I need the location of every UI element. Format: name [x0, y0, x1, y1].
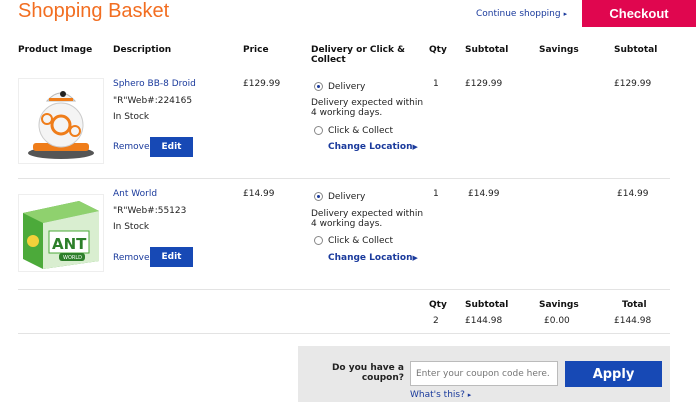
change-location-label: Change Location — [328, 142, 413, 152]
click-collect-label: Click & Collect — [328, 236, 393, 246]
remove-link[interactable]: Remove — [113, 253, 150, 263]
item-qty: 1 — [433, 79, 439, 89]
apply-coupon-button[interactable]: Apply — [565, 361, 662, 387]
col-header-subtotal-2: Subtotal — [614, 45, 658, 55]
delivery-note: Delivery expected within 4 working days. — [311, 98, 424, 118]
item-subtotal: £129.99 — [465, 79, 503, 89]
remove-link[interactable]: Remove — [113, 142, 150, 152]
play-arrow-icon: ▶ — [412, 143, 418, 151]
page-title: Shopping Basket — [18, 0, 170, 22]
bb8-droid-image — [28, 91, 94, 159]
svg-text:WORLD: WORLD — [63, 255, 82, 261]
chevron-right-icon: ▸ — [563, 10, 568, 18]
totals-total: £144.98 — [614, 316, 652, 326]
product-image-bb8[interactable] — [18, 78, 104, 164]
delivery-option-label: Delivery — [328, 82, 366, 92]
item-price: £14.99 — [243, 189, 275, 199]
continue-shopping-link[interactable]: Continue shopping ▸ — [476, 9, 567, 19]
item-price: £129.99 — [243, 79, 281, 89]
product-code: "R"Web#:55123 — [113, 206, 187, 216]
row-divider — [18, 289, 670, 290]
delivery-radio[interactable] — [314, 192, 323, 201]
totals-savings: £0.00 — [544, 316, 570, 326]
svg-text:ANT: ANT — [52, 235, 87, 253]
row-divider — [18, 333, 670, 334]
col-header-product-image: Product Image — [18, 45, 93, 55]
delivery-option-label: Delivery — [328, 192, 366, 202]
ant-world-box-image: ANT WORLD — [23, 201, 99, 269]
coupon-code-input[interactable] — [410, 361, 558, 386]
chevron-right-icon: ▸ — [467, 391, 472, 399]
totals-subtotal-label: Subtotal — [465, 300, 509, 310]
totals-qty-label: Qty — [429, 300, 447, 310]
col-header-delivery: Delivery or Click & Collect — [311, 45, 405, 65]
edit-button[interactable]: Edit — [150, 247, 193, 267]
col-header-price: Price — [243, 45, 269, 55]
col-header-qty: Qty — [429, 45, 447, 55]
whats-this-link[interactable]: What's this? ▸ — [410, 390, 471, 400]
click-collect-radio[interactable] — [314, 236, 323, 245]
stock-status: In Stock — [113, 222, 150, 232]
col-header-description: Description — [113, 45, 172, 55]
checkout-button[interactable]: Checkout — [582, 0, 696, 27]
col-header-savings: Savings — [539, 45, 579, 55]
totals-qty: 2 — [433, 316, 439, 326]
product-image-ant-world[interactable]: ANT WORLD — [18, 194, 104, 272]
stock-status: In Stock — [113, 112, 150, 122]
col-header-subtotal: Subtotal — [465, 45, 509, 55]
totals-total-label: Total — [622, 300, 647, 310]
product-name-link[interactable]: Ant World — [113, 189, 157, 199]
delivery-radio[interactable] — [314, 82, 323, 91]
product-code: "R"Web#:224165 — [113, 96, 193, 106]
delivery-note: Delivery expected within 4 working days. — [311, 209, 424, 229]
item-qty: 1 — [433, 189, 439, 199]
row-divider — [18, 178, 670, 179]
item-total: £129.99 — [614, 79, 652, 89]
product-name-link[interactable]: Sphero BB-8 Droid — [113, 79, 196, 89]
change-location-link[interactable]: Change Location▶ — [328, 253, 418, 263]
change-location-label: Change Location — [328, 253, 413, 263]
edit-button[interactable]: Edit — [150, 137, 193, 157]
click-collect-radio[interactable] — [314, 126, 323, 135]
whats-this-label: What's this? — [410, 390, 465, 400]
totals-subtotal: £144.98 — [465, 316, 503, 326]
item-total: £14.99 — [617, 189, 649, 199]
totals-savings-label: Savings — [539, 300, 579, 310]
coupon-question: Do you have a coupon? — [331, 363, 404, 383]
play-arrow-icon: ▶ — [412, 254, 418, 262]
change-location-link[interactable]: Change Location▶ — [328, 142, 418, 152]
click-collect-label: Click & Collect — [328, 126, 393, 136]
continue-shopping-label: Continue shopping — [476, 9, 561, 19]
item-subtotal: £14.99 — [468, 189, 500, 199]
